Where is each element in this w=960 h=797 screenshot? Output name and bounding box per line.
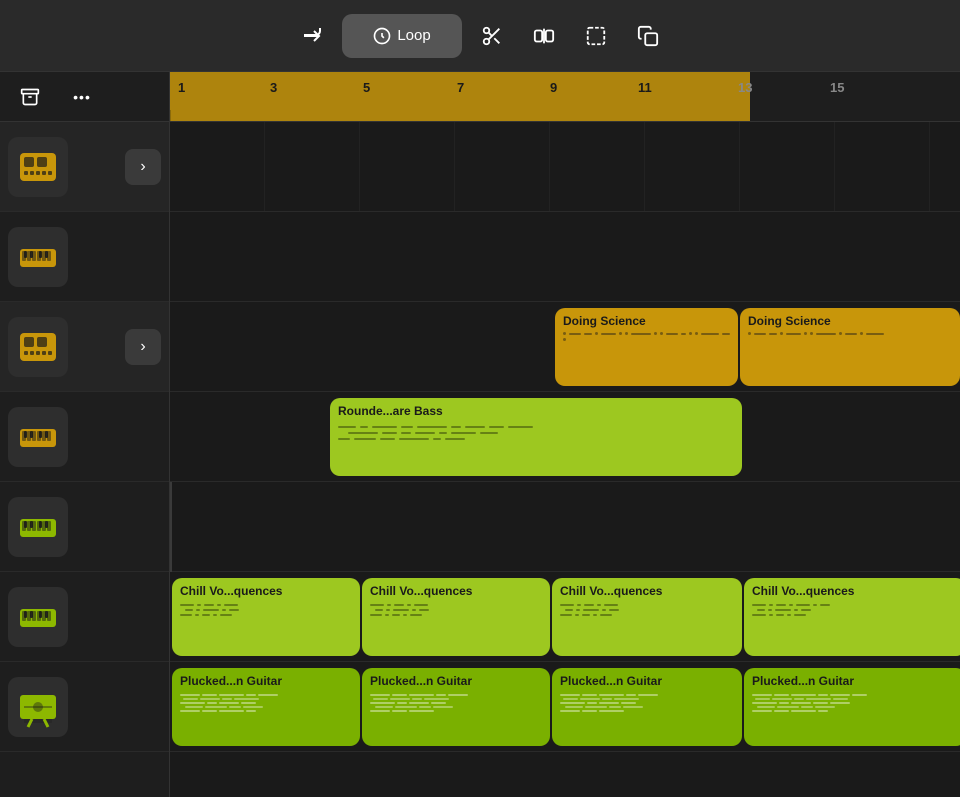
ruler-mark-13: 13: [738, 80, 752, 95]
tracks-grid: Doing Science: [170, 122, 960, 752]
clip-title-chill-4: Chill Vo...quences: [752, 584, 958, 598]
track-4-icon[interactable]: [8, 407, 68, 467]
track-row-1: [170, 122, 960, 212]
track-row-6: Chill Vo...quences: [170, 572, 960, 662]
plucked-clip-4[interactable]: Plucked...n Guitar: [744, 668, 960, 746]
ruler-mark-5: 5: [363, 80, 370, 95]
doing-science-clip-1[interactable]: Doing Science: [555, 308, 738, 386]
track-3-arrow[interactable]: ›: [125, 329, 161, 365]
doing-science-clip-2[interactable]: Doing Science: [740, 308, 960, 386]
track-3: ›: [0, 302, 169, 392]
chill-clip-4[interactable]: Chill Vo...quences: [744, 578, 960, 656]
clip-pattern-chill-4: [752, 602, 958, 652]
track-3-icon[interactable]: [8, 317, 68, 377]
rounded-bass-clip[interactable]: Rounde...are Bass: [330, 398, 742, 476]
chill-clip-2[interactable]: Chill Vo...quences: [362, 578, 550, 656]
main-area: ••• ›: [0, 72, 960, 797]
ruler-mark-9: 9: [550, 80, 557, 95]
track-row-3: Doing Science: [170, 302, 960, 392]
sidebar: ••• ›: [0, 72, 170, 797]
clip-title-plucked-1: Plucked...n Guitar: [180, 674, 352, 688]
clip-pattern-chill-1: [180, 602, 352, 652]
track-2-icon[interactable]: [8, 227, 68, 287]
track-7: [0, 662, 169, 752]
ruler-mark-7: 7: [457, 80, 464, 95]
clip-title-doing-science-1: Doing Science: [563, 314, 730, 328]
track-row-4: Rounde...are Bass: [170, 392, 960, 482]
tracks-area: 1 3 5 7 9 11 13 15 for(let i=0;i<100;i++…: [170, 72, 960, 797]
clip-pattern-plucked-3: [560, 692, 734, 742]
track-1-arrow[interactable]: ›: [125, 149, 161, 185]
chill-clip-1[interactable]: Chill Vo...quences: [172, 578, 360, 656]
plucked-clip-2[interactable]: Plucked...n Guitar: [362, 668, 550, 746]
clip-pattern-chill-2: [370, 602, 542, 652]
clip-pattern-chill-3: [560, 602, 734, 652]
track-row-2: [170, 212, 960, 302]
clip-title-doing-science-2: Doing Science: [748, 314, 952, 328]
track-7-icon[interactable]: [8, 677, 68, 737]
split-button[interactable]: [522, 14, 566, 58]
clip-title-chill-1: Chill Vo...quences: [180, 584, 352, 598]
loop-button[interactable]: Loop: [342, 14, 462, 58]
clip-title-plucked-3: Plucked...n Guitar: [560, 674, 734, 688]
copy-button[interactable]: [626, 14, 670, 58]
clip-title-chill-3: Chill Vo...quences: [560, 584, 734, 598]
more-button[interactable]: •••: [64, 79, 100, 115]
toolbar: Loop: [0, 0, 960, 72]
archive-button[interactable]: [12, 79, 48, 115]
clip-pattern-bass: [338, 422, 734, 472]
track-1-icon[interactable]: [8, 137, 68, 197]
clip-pattern-1: [563, 332, 730, 382]
track-2: [0, 212, 169, 302]
loop-label: Loop: [397, 27, 430, 44]
track-6-icon[interactable]: [8, 587, 68, 647]
clip-title-rounded-bass: Rounde...are Bass: [338, 404, 734, 418]
track-1: ›: [0, 122, 169, 212]
track-4: [0, 392, 169, 482]
enter-button[interactable]: [290, 14, 334, 58]
scissors-button[interactable]: [470, 14, 514, 58]
clip-pattern-plucked-4: [752, 692, 958, 742]
clip-pattern-2: [748, 332, 952, 382]
track-6: [0, 572, 169, 662]
timeline-ruler[interactable]: 1 3 5 7 9 11 13 15 for(let i=0;i<100;i++…: [170, 72, 960, 122]
clip-pattern-plucked-2: [370, 692, 542, 742]
plucked-clip-1[interactable]: Plucked...n Guitar: [172, 668, 360, 746]
clip-title-plucked-2: Plucked...n Guitar: [370, 674, 542, 688]
ruler-mark-1: 1: [178, 80, 185, 95]
clip-pattern-plucked-1: [180, 692, 352, 742]
select-button[interactable]: [574, 14, 618, 58]
ruler-mark-11: 11: [638, 80, 652, 95]
track-row-7: Plucked...n Guitar Plucked...n Guitar: [170, 662, 960, 752]
track-5-icon[interactable]: [8, 497, 68, 557]
clip-title-plucked-4: Plucked...n Guitar: [752, 674, 958, 688]
ruler-mark-15: 15: [830, 80, 844, 95]
sidebar-header: •••: [0, 72, 169, 122]
track-5: [0, 482, 169, 572]
chill-clip-3[interactable]: Chill Vo...quences: [552, 578, 742, 656]
ruler-mark-3: 3: [270, 80, 277, 95]
track-row-5: [170, 482, 960, 572]
clip-title-chill-2: Chill Vo...quences: [370, 584, 542, 598]
plucked-clip-3[interactable]: Plucked...n Guitar: [552, 668, 742, 746]
